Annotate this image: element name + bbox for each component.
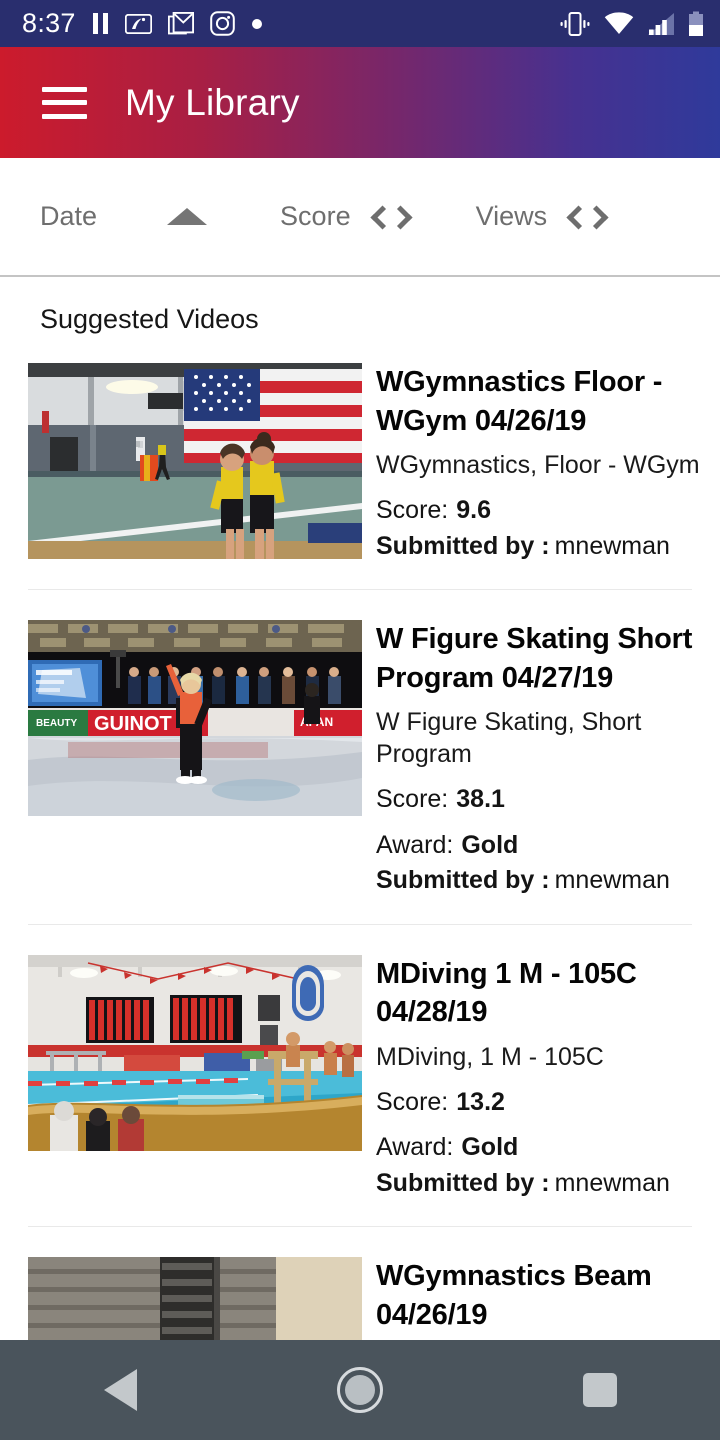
instagram-icon <box>209 11 235 36</box>
svg-text:BEAUTY: BEAUTY <box>36 718 77 729</box>
score-label: Score: <box>376 1087 449 1116</box>
vibrate-icon <box>560 11 590 36</box>
status-bar: 8:37 <box>0 0 720 47</box>
sort-option-date[interactable]: Date <box>40 201 208 232</box>
page-title: My Library <box>125 81 300 123</box>
diving-pool-thumbnail[interactable] <box>28 954 362 1151</box>
video-subtitle: WGymnastics, Floor - WGym <box>376 451 700 480</box>
score-label: Score: <box>376 496 449 525</box>
submitted-by-label: Submitted by : <box>376 1168 550 1197</box>
pause-icon <box>92 13 109 34</box>
chevron-left-right-icon[interactable] <box>373 206 405 228</box>
video-list[interactable]: Suggested Videos WGymnastics Floor - WGy… <box>0 279 720 1340</box>
figure-skating-thumbnail[interactable]: BEAUTY GUINOT APAN <box>28 620 362 817</box>
score-value: 13.2 <box>456 1087 505 1116</box>
chevron-left-right-icon[interactable] <box>569 206 601 228</box>
score-row: Score: 13.2 <box>376 1086 714 1119</box>
submitted-by-value: mnewman <box>554 531 670 560</box>
sort-label-score: Score <box>280 201 351 231</box>
gmail-icon <box>167 12 194 35</box>
recents-square-icon <box>583 1373 617 1407</box>
submitted-by-label: Submitted by : <box>376 866 550 895</box>
submitted-by-row: Submitted by : mnewman <box>376 864 714 897</box>
score-row: Score: 9.6 <box>376 494 714 527</box>
phone-screen: 8:37 My Library Date Score Views Suggest… <box>0 0 720 1440</box>
battery-icon <box>689 11 703 36</box>
dot-icon <box>251 18 262 29</box>
list-item[interactable]: WGymnastics Floor - WGym 04/26/19 WGymna… <box>0 333 720 562</box>
card-body: WGymnastics Floor - WGym 04/26/19 WGymna… <box>376 363 720 562</box>
sort-label-views: Views <box>475 201 548 231</box>
card-body: MDiving 1 M - 105C 04/28/19 MDiving, 1 M… <box>376 955 720 1200</box>
video-title: WGymnastics Floor - WGym 04/26/19 <box>376 366 663 437</box>
list-item[interactable]: 25 hana Hopkins Red <box>0 1227 720 1340</box>
back-button[interactable] <box>0 1369 240 1411</box>
award-value: Gold <box>461 1133 519 1162</box>
triangle-up-icon[interactable] <box>167 208 208 225</box>
status-bar-right <box>559 11 704 37</box>
award-row: Award: Gold <box>376 1131 714 1164</box>
award-value: Gold <box>461 830 519 859</box>
mlb-icon <box>124 13 152 34</box>
score-label: Score: <box>376 785 449 814</box>
sort-bar: Date Score Views <box>0 158 720 277</box>
score-row: Score: 38.1 <box>376 783 714 816</box>
recents-button[interactable] <box>480 1373 720 1407</box>
award-label: Award: <box>376 830 454 859</box>
list-item[interactable]: BEAUTY GUINOT APAN <box>0 590 720 897</box>
gymnastics-floor-thumbnail[interactable] <box>28 363 362 559</box>
app-header: My Library <box>0 47 720 158</box>
svg-text:GUINOT: GUINOT <box>94 713 172 735</box>
home-circle-icon <box>337 1367 383 1413</box>
list-item[interactable]: MDiving 1 M - 105C 04/28/19 MDiving, 1 M… <box>0 925 720 1200</box>
android-navigation-bar <box>0 1340 720 1440</box>
video-subtitle: MDiving, 1 M - 105C <box>376 1042 604 1071</box>
video-title: W Figure Skating Short Program 04/27/19 <box>376 623 693 694</box>
sort-label-date: Date <box>40 201 98 231</box>
card-body: WGymnastics Beam 04/26/19 WGymnastics, B… <box>376 1257 720 1340</box>
award-row: Award: Gold <box>376 829 714 862</box>
gymnastics-beam-thumbnail[interactable]: 25 hana Hopkins Red <box>28 1257 362 1340</box>
home-button[interactable] <box>240 1367 480 1413</box>
submitted-by-row: Submitted by : mnewman <box>376 530 714 563</box>
sort-option-score[interactable]: Score <box>280 201 405 232</box>
wifi-icon <box>604 11 634 34</box>
submitted-by-value: mnewman <box>554 866 670 895</box>
cellular-signal-icon <box>648 12 674 35</box>
card-body: W Figure Skating Short Program 04/27/19 … <box>376 620 720 897</box>
video-subtitle: W Figure Skating, Short Program <box>376 708 642 769</box>
submitted-by-label: Submitted by : <box>376 531 550 560</box>
status-clock: 8:37 <box>22 8 76 38</box>
back-triangle-icon <box>103 1369 137 1411</box>
status-bar-left: 8:37 <box>22 10 559 37</box>
video-title: MDiving 1 M - 105C 04/28/19 <box>376 957 637 1029</box>
award-label: Award: <box>376 1133 454 1162</box>
submitted-by-value: mnewman <box>554 1168 670 1197</box>
score-value: 38.1 <box>456 785 505 814</box>
submitted-by-row: Submitted by : mnewman <box>376 1167 714 1200</box>
score-value: 9.6 <box>456 496 492 525</box>
sort-option-views[interactable]: Views <box>476 201 602 232</box>
hamburger-menu-icon[interactable] <box>42 86 87 119</box>
video-title: WGymnastics Beam 04/26/19 <box>376 1260 652 1331</box>
section-title: Suggested Videos <box>40 304 259 334</box>
